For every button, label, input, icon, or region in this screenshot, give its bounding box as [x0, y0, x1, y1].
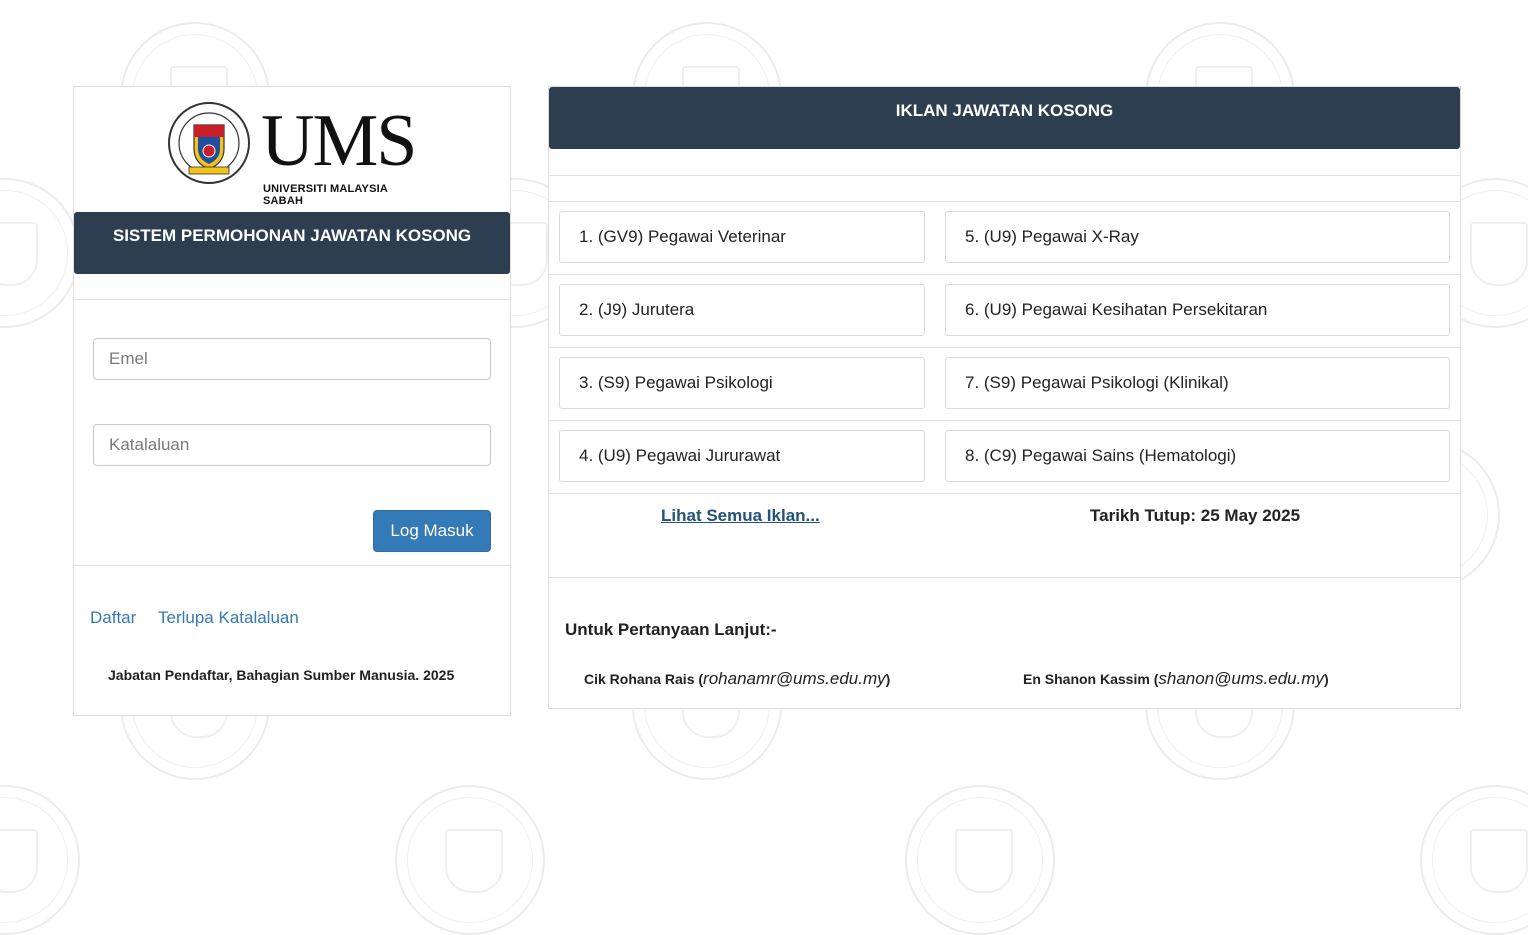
- closing-date: Tarikh Tutup: 25 May 2025: [1090, 506, 1301, 525]
- logo-text: UMS: [261, 100, 417, 182]
- job-item[interactable]: 8. (C9) Pegawai Sains (Hematologi): [945, 430, 1450, 482]
- view-all-ads-link[interactable]: Lihat Semua Iklan...: [661, 506, 820, 526]
- jobs-panel: IKLAN JAWATAN KOSONG 1. (GV9) Pegawai Ve…: [548, 86, 1461, 709]
- watermark-seal: [1420, 785, 1528, 935]
- job-item[interactable]: 2. (J9) Jurutera: [559, 284, 925, 336]
- login-button[interactable]: Log Masuk: [373, 510, 491, 552]
- register-link[interactable]: Daftar: [90, 608, 136, 628]
- watermark-seal: [395, 785, 545, 935]
- job-item[interactable]: 1. (GV9) Pegawai Veterinar: [559, 211, 925, 263]
- watermark-seal: [0, 785, 80, 935]
- divider: [549, 420, 1460, 421]
- divider: [549, 274, 1460, 275]
- job-item[interactable]: 3. (S9) Pegawai Psikologi: [559, 357, 925, 409]
- system-title: SISTEM PERMOHONAN JAWATAN KOSONG: [74, 212, 510, 274]
- job-item[interactable]: 7. (S9) Pegawai Psikologi (Klinikal): [945, 357, 1450, 409]
- divider: [549, 347, 1460, 348]
- watermark-seal: [905, 785, 1055, 935]
- contact-email[interactable]: rohanamr@ums.edu.my: [703, 669, 886, 688]
- divider: [549, 493, 1460, 494]
- footer-text: Jabatan Pendaftar, Bahagian Sumber Manus…: [108, 667, 455, 683]
- divider: [74, 299, 510, 300]
- forgot-password-link[interactable]: Terlupa Katalaluan: [158, 608, 299, 628]
- contact-email[interactable]: shanon@ums.edu.my: [1158, 669, 1324, 688]
- contact-name: En Shanon Kassim: [1023, 671, 1150, 687]
- ums-crest-icon: [168, 102, 250, 184]
- email-field[interactable]: [93, 338, 491, 380]
- job-item[interactable]: 6. (U9) Pegawai Kesihatan Persekitaran: [945, 284, 1450, 336]
- divider: [549, 175, 1460, 176]
- jobs-title: IKLAN JAWATAN KOSONG: [549, 87, 1460, 149]
- login-panel: UMS UNIVERSITI MALAYSIA SABAH SISTEM PER…: [73, 86, 511, 716]
- ums-logo: UMS UNIVERSITI MALAYSIA SABAH: [167, 100, 427, 207]
- contact-1: Cik Rohana Rais (rohanamr@ums.edu.my): [584, 669, 891, 688]
- divider: [549, 577, 1460, 578]
- job-item[interactable]: 4. (U9) Pegawai Jururawat: [559, 430, 925, 482]
- contact-name: Cik Rohana Rais: [584, 671, 695, 687]
- contact-2: En Shanon Kassim (shanon@ums.edu.my): [1023, 669, 1329, 688]
- enquiry-title: Untuk Pertanyaan Lanjut:-: [565, 620, 777, 639]
- divider: [549, 201, 1460, 202]
- password-field[interactable]: [93, 424, 491, 466]
- watermark-seal: [0, 178, 80, 328]
- job-item[interactable]: 5. (U9) Pegawai X-Ray: [945, 211, 1450, 263]
- divider: [74, 565, 510, 566]
- logo-subtitle: UNIVERSITI MALAYSIA SABAH: [263, 183, 388, 207]
